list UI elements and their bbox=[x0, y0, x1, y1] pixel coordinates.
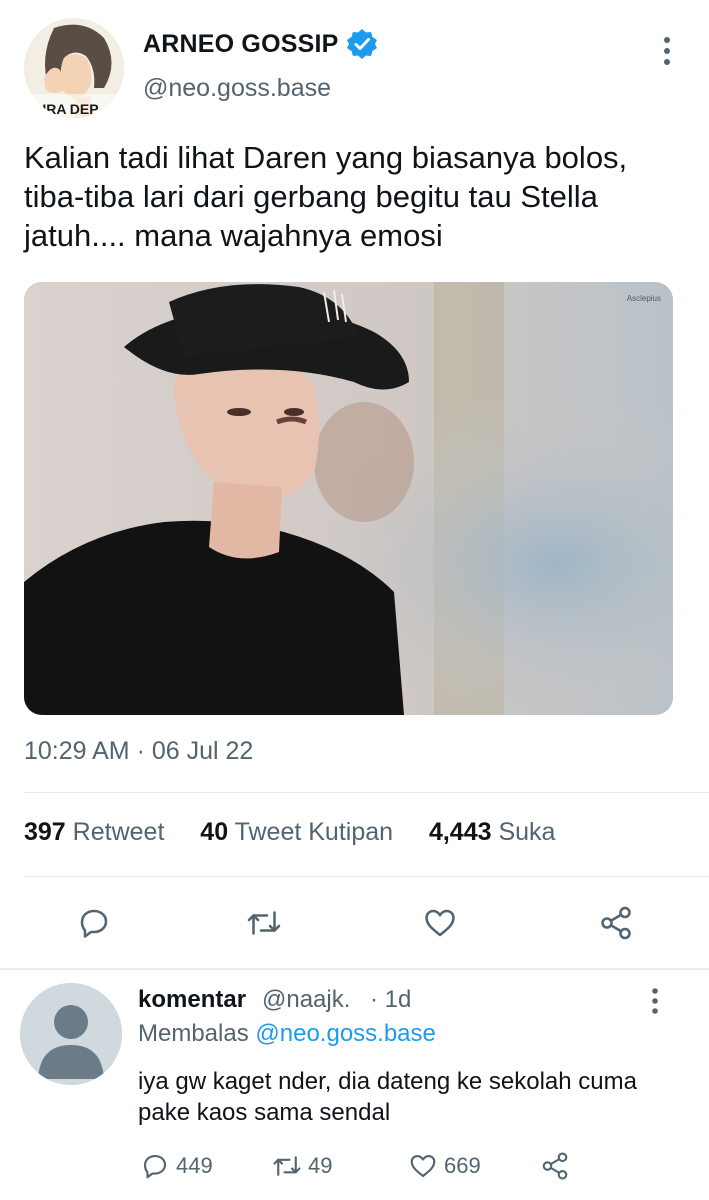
reply-retweet-count: 49 bbox=[308, 1153, 333, 1178]
avatar-caption: HURA DEP bbox=[26, 101, 99, 117]
section-divider bbox=[0, 968, 709, 970]
like-count[interactable]: 4,443 bbox=[429, 818, 492, 846]
quote-count[interactable]: 40 bbox=[200, 818, 228, 846]
tweet-stats: 397 Retweet 40 Tweet Kutipan 4,443 Suka bbox=[24, 818, 555, 847]
reply-reply-count: 449 bbox=[176, 1153, 213, 1178]
reply-reply-button[interactable]: 449 bbox=[140, 1150, 213, 1182]
share-icon[interactable] bbox=[598, 905, 634, 941]
replying-to-mention[interactable]: @neo.goss.base bbox=[255, 1020, 435, 1047]
retweet-label[interactable]: Retweet bbox=[73, 818, 165, 846]
like-icon bbox=[410, 1154, 436, 1178]
reply-icon[interactable] bbox=[76, 905, 112, 941]
replying-to: Membalas @neo.goss.base bbox=[138, 1020, 436, 1048]
reply-like-button[interactable]: 669 bbox=[408, 1150, 481, 1182]
reply-like-count: 669 bbox=[444, 1153, 481, 1178]
tweet-timestamp[interactable]: 10:29 AM · 06 Jul 22 bbox=[24, 737, 253, 766]
retweet-icon[interactable] bbox=[246, 905, 282, 941]
photo-watermark: Asclepius bbox=[626, 294, 661, 303]
author-handle[interactable]: @neo.goss.base bbox=[143, 74, 331, 103]
retweet-count[interactable]: 397 bbox=[24, 818, 66, 846]
reply-author-avatar[interactable] bbox=[20, 983, 122, 1085]
reply-icon bbox=[143, 1154, 167, 1179]
divider bbox=[24, 876, 709, 877]
replying-label: Membalas bbox=[138, 1020, 249, 1047]
reply-share-button[interactable] bbox=[540, 1150, 576, 1182]
like-label[interactable]: Suka bbox=[498, 818, 555, 846]
tweet-photo[interactable]: Asclepius bbox=[24, 282, 673, 715]
author-display-name[interactable]: ARNEO GOSSIP bbox=[143, 30, 339, 59]
share-icon bbox=[542, 1152, 568, 1180]
divider bbox=[24, 792, 709, 793]
reply-timestamp[interactable]: · 1d bbox=[370, 986, 411, 1014]
tweet-header: HURA DEP ARNEO GOSSIP @neo.goss.base bbox=[0, 0, 709, 130]
reply-author-handle[interactable]: @naajk. bbox=[262, 986, 350, 1014]
more-options-icon[interactable] bbox=[652, 34, 682, 68]
retweet-icon bbox=[273, 1156, 301, 1176]
reply-author-name[interactable]: komentar bbox=[138, 986, 246, 1014]
reply-text: iya gw kaget nder, dia dateng ke sekolah… bbox=[138, 1068, 637, 1126]
tweet-text: Kalian tadi lihat Daren yang biasanya bo… bbox=[24, 140, 628, 253]
like-icon[interactable] bbox=[422, 905, 458, 941]
verified-badge-icon bbox=[346, 28, 378, 60]
reply-more-options-icon[interactable] bbox=[642, 986, 668, 1016]
reply-retweet-button[interactable]: 49 bbox=[272, 1150, 332, 1182]
author-avatar[interactable]: HURA DEP bbox=[24, 18, 124, 118]
quote-label[interactable]: Tweet Kutipan bbox=[235, 818, 393, 846]
